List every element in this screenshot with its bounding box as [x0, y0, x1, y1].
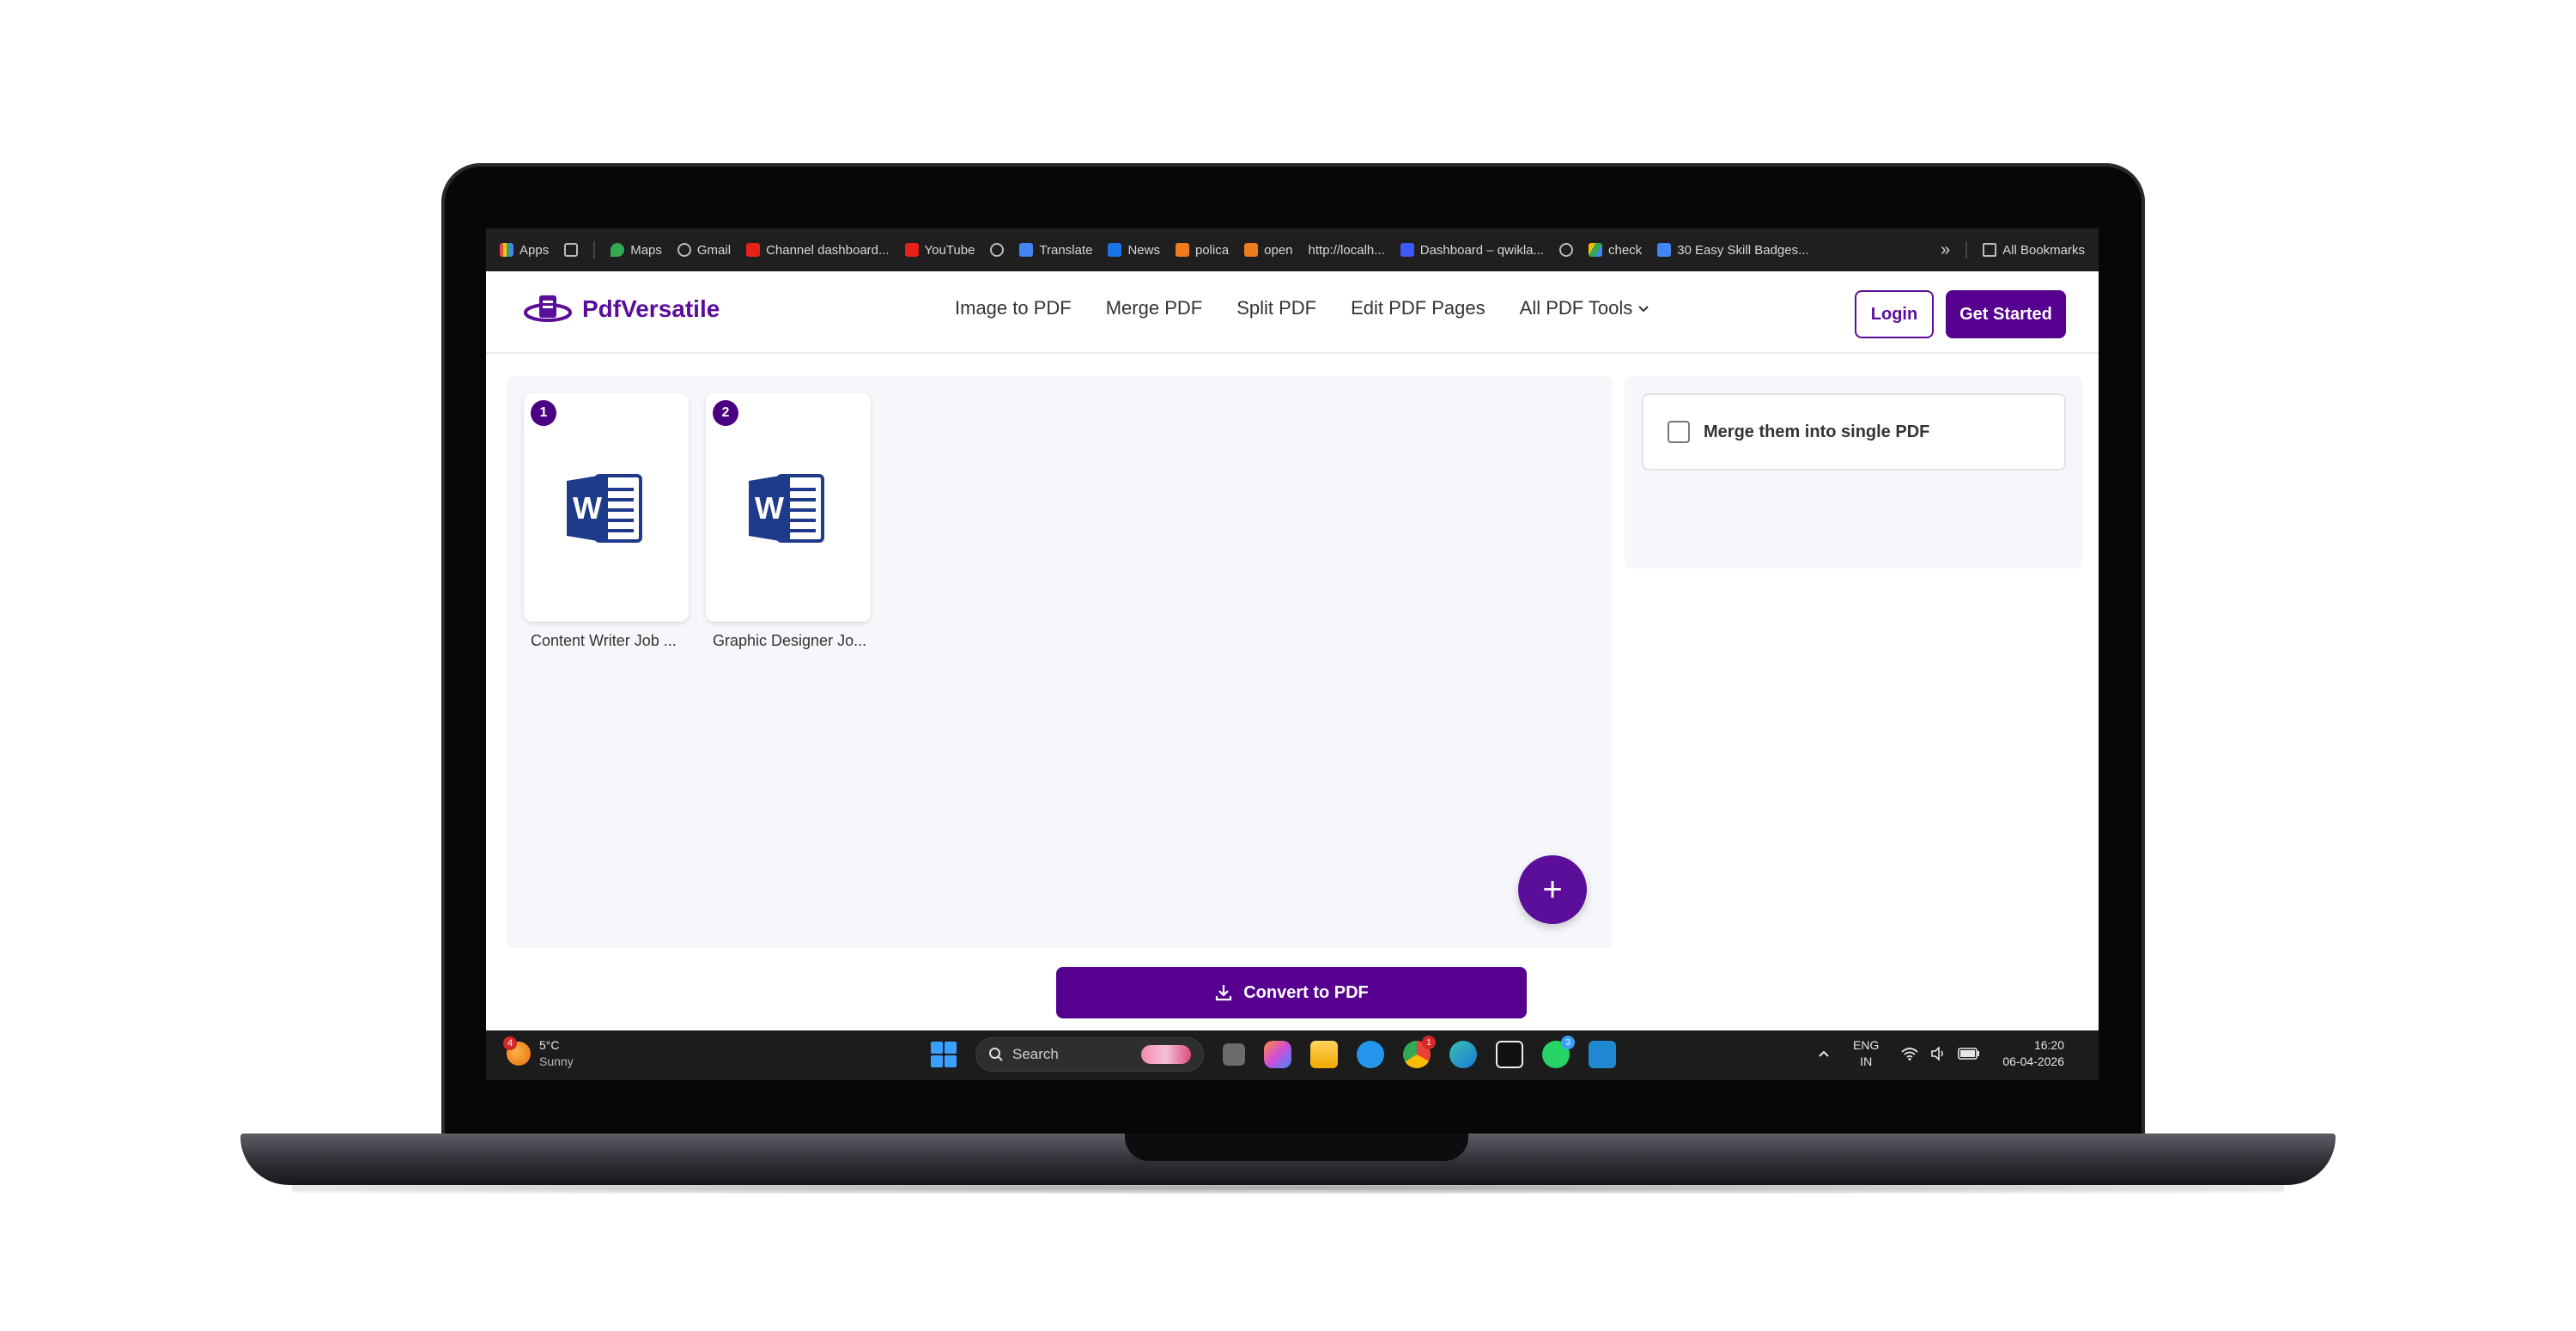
- bookmark-news[interactable]: News: [1108, 243, 1160, 258]
- bookmark-localhost[interactable]: http://localh...: [1309, 243, 1385, 258]
- volume-icon[interactable]: [1930, 1047, 1946, 1061]
- bookmark-apps[interactable]: Apps: [500, 243, 549, 258]
- search-highlight-icon: [1141, 1045, 1191, 1064]
- bookmark-polica[interactable]: polica: [1175, 243, 1229, 258]
- folder-icon: [1983, 243, 1997, 257]
- brand-logo[interactable]: PdfVersatile: [524, 292, 720, 326]
- bookmark-open[interactable]: open: [1244, 243, 1293, 258]
- apps-grid-icon: [500, 243, 513, 257]
- bookmarks-bar: Apps Maps Gmail Channel dashboard... You…: [486, 228, 2099, 271]
- file-index-badge: 1: [531, 400, 556, 426]
- globe-icon: [677, 243, 691, 257]
- nav-all-pdf-tools[interactable]: All PDF Tools: [1520, 297, 1650, 319]
- get-started-button[interactable]: Get Started: [1946, 290, 2066, 338]
- taskbar-search[interactable]: Search: [975, 1037, 1204, 1072]
- options-panel: Merge them into single PDF: [1625, 376, 2083, 568]
- file-card[interactable]: 1 W: [524, 393, 689, 622]
- chevron-up-icon[interactable]: [1817, 1047, 1831, 1061]
- file-workspace: 1 W Content Writer Job ... 2 W Graphic D…: [507, 376, 1613, 948]
- globe-icon[interactable]: [1559, 243, 1573, 257]
- screen: Apps Maps Gmail Channel dashboard... You…: [486, 228, 2099, 1080]
- laptop-shadow: [292, 1182, 2284, 1194]
- news-icon: [1108, 243, 1122, 257]
- merge-option[interactable]: Merge them into single PDF: [1642, 393, 2066, 471]
- docker-icon[interactable]: [1357, 1041, 1384, 1068]
- translate-icon: [1019, 243, 1034, 257]
- main-nav: Image to PDF Merge PDF Split PDF Edit PD…: [955, 297, 1649, 319]
- search-icon: [989, 1048, 1003, 1061]
- polica-icon: [1175, 243, 1189, 257]
- whatsapp-badge: 3: [1561, 1036, 1575, 1049]
- youtube-icon: [904, 243, 919, 257]
- edge-icon[interactable]: [1449, 1041, 1477, 1068]
- open-icon: [1244, 243, 1259, 257]
- add-file-button[interactable]: +: [1518, 855, 1587, 924]
- chrome-badge: 1: [1422, 1036, 1436, 1049]
- clock[interactable]: 16:20 06-04-2026: [2002, 1037, 2064, 1070]
- merge-label: Merge them into single PDF: [1704, 422, 1930, 441]
- brand-name: PdfVersatile: [582, 295, 720, 322]
- maps-icon: [611, 243, 625, 257]
- svg-text:W: W: [755, 490, 784, 526]
- bookmark-youtube[interactable]: YouTube: [904, 243, 975, 258]
- capcut-icon[interactable]: [1496, 1041, 1523, 1068]
- nav-edit-pdf-pages[interactable]: Edit PDF Pages: [1351, 297, 1485, 319]
- globe-icon[interactable]: [990, 243, 1005, 257]
- nav-merge-pdf[interactable]: Merge PDF: [1106, 297, 1202, 319]
- dashboard-icon: [1400, 243, 1414, 257]
- whatsapp-icon[interactable]: 3: [1542, 1036, 1575, 1068]
- bookmark-translate[interactable]: Translate: [1019, 243, 1092, 258]
- docs-icon: [1657, 243, 1672, 257]
- nav-image-to-pdf[interactable]: Image to PDF: [955, 297, 1072, 319]
- file-index-badge: 2: [713, 400, 738, 426]
- drive-icon: [1589, 243, 1602, 257]
- login-button[interactable]: Login: [1855, 290, 1934, 338]
- all-bookmarks-button[interactable]: All Bookmarks: [1983, 243, 2085, 258]
- language-indicator[interactable]: ENG IN: [1853, 1037, 1879, 1070]
- sun-icon: 4: [503, 1036, 531, 1066]
- file-card[interactable]: 2 W: [706, 393, 871, 622]
- chrome-icon[interactable]: 1: [1403, 1036, 1436, 1068]
- bookmarks-overflow-button[interactable]: »: [1941, 240, 1950, 260]
- word-document-icon: W: [749, 474, 824, 543]
- weather-condition: Sunny: [539, 1054, 574, 1068]
- bookmark-check[interactable]: check: [1589, 243, 1642, 258]
- convert-to-pdf-button[interactable]: Convert to PDF: [1056, 967, 1527, 1018]
- weather-widget[interactable]: 4 5°C Sunny: [503, 1036, 574, 1070]
- bookmark-qwiklabs[interactable]: Dashboard – qwikla...: [1400, 243, 1544, 258]
- pdf-logo-icon: [524, 295, 572, 322]
- bookmark-maps[interactable]: Maps: [611, 243, 662, 258]
- system-tray: ENG IN 16:20 06-04-2026: [1817, 1037, 2064, 1070]
- bookmark-channel-dashboard[interactable]: Channel dashboard...: [746, 243, 890, 258]
- laptop-notch: [1125, 1133, 1468, 1161]
- site-header: PdfVersatile Image to PDF Merge PDF Spli…: [486, 271, 2099, 354]
- taskbar-apps: Search 1 3: [931, 1036, 1616, 1072]
- weather-badge: 4: [503, 1036, 517, 1050]
- chevron-down-icon: [1638, 306, 1649, 313]
- file-name: Content Writer Job ...: [531, 632, 677, 649]
- file-explorer-dark-icon[interactable]: [1223, 1043, 1245, 1066]
- windows-start-icon[interactable]: [931, 1042, 957, 1067]
- folder-icon[interactable]: [1310, 1041, 1338, 1068]
- bookmark-skill-badges[interactable]: 30 Easy Skill Badges...: [1657, 243, 1809, 258]
- battery-icon[interactable]: [1958, 1048, 1980, 1060]
- bookmark-separator: [593, 241, 596, 258]
- nav-split-pdf[interactable]: Split PDF: [1236, 297, 1316, 319]
- download-icon: [1216, 985, 1232, 1001]
- svg-text:W: W: [573, 490, 602, 526]
- word-document-icon: W: [567, 474, 642, 543]
- file-name: Graphic Designer Jo...: [713, 632, 867, 649]
- temperature: 5°C: [539, 1038, 560, 1052]
- youtube-icon: [746, 243, 761, 257]
- vscode-icon[interactable]: [1589, 1041, 1616, 1068]
- windows-taskbar: 4 5°C Sunny Search 1 3 ENG IN 16:20 06-0…: [486, 1030, 2099, 1080]
- tab-grid-icon[interactable]: [564, 243, 579, 257]
- merge-checkbox[interactable]: [1668, 421, 1690, 443]
- wifi-icon[interactable]: [1901, 1047, 1918, 1061]
- bookmark-gmail[interactable]: Gmail: [677, 243, 731, 258]
- laptop-mockup: Apps Maps Gmail Channel dashboard... You…: [0, 0, 2576, 1331]
- copilot-icon[interactable]: [1264, 1041, 1291, 1068]
- bookmark-separator: [1965, 241, 1968, 258]
